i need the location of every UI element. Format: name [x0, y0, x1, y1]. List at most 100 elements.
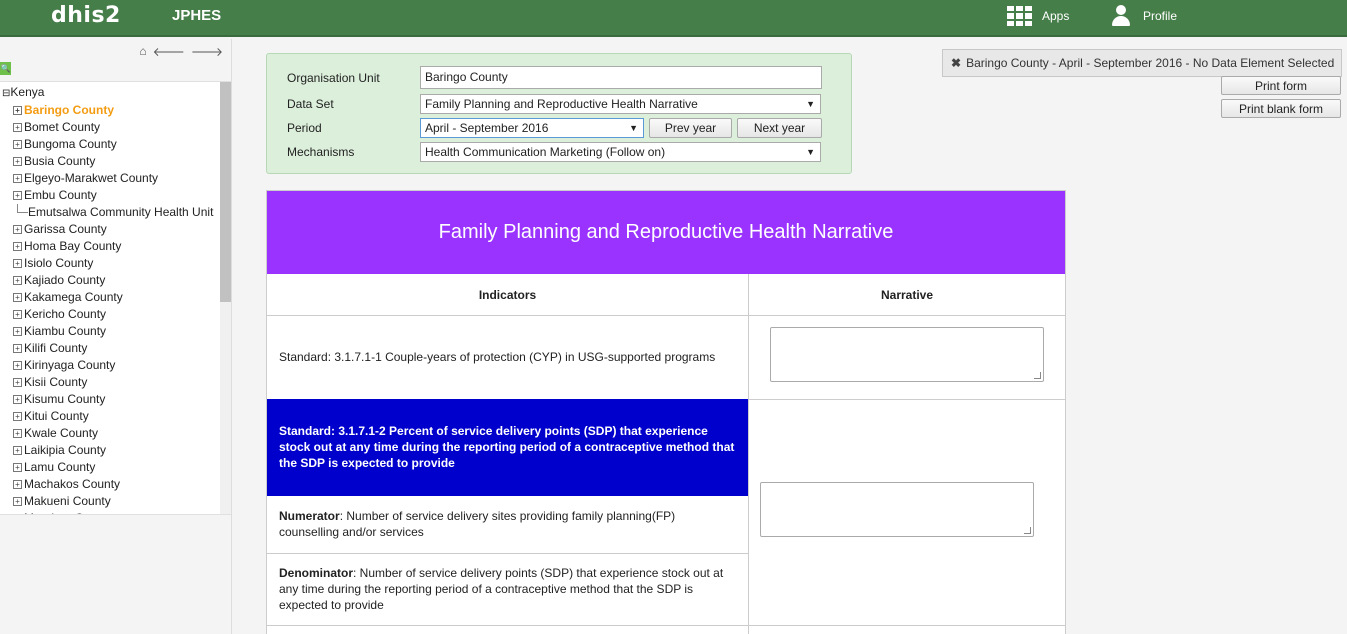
tree-item-label: Garissa County: [24, 222, 107, 236]
tree-scrollbar-thumb[interactable]: [220, 82, 231, 302]
expand-icon[interactable]: +: [13, 225, 22, 234]
tree-root[interactable]: ⊟Kenya: [2, 85, 44, 99]
tree-item[interactable]: + Kiambu County: [13, 323, 213, 340]
tree-item[interactable]: + Kilifi County: [13, 340, 213, 357]
tree-item[interactable]: + Machakos County: [13, 476, 213, 493]
tree-item-label: Mandera County: [24, 510, 113, 514]
tree-item[interactable]: + Kwale County: [13, 425, 213, 442]
tree-item[interactable]: + Baringo County: [13, 102, 213, 119]
tree-item-label: Bomet County: [24, 120, 101, 134]
expand-icon[interactable]: +: [13, 140, 22, 149]
expand-icon[interactable]: +: [13, 361, 22, 370]
user-icon: [1111, 5, 1131, 27]
denominator-label: Denominator: [279, 566, 354, 580]
tree-list: + Baringo County + Bomet County + Bungoma Cou…: [13, 102, 213, 515]
tree-item[interactable]: + Laikipia County: [13, 442, 213, 459]
narrative-input-cyp[interactable]: [770, 327, 1044, 382]
row-divider: [267, 553, 748, 554]
expand-icon[interactable]: +: [13, 497, 22, 506]
top-bar: dhis2 JPHES Apps Profile: [0, 0, 1347, 37]
expand-icon[interactable]: +: [13, 344, 22, 353]
expand-icon[interactable]: +: [13, 395, 22, 404]
expand-icon[interactable]: +: [13, 378, 22, 387]
expand-icon[interactable]: +: [13, 276, 22, 285]
expand-icon[interactable]: +: [13, 174, 22, 183]
row-divider: [267, 625, 1065, 626]
close-icon[interactable]: ✖: [951, 56, 961, 70]
tree-item-label: Kisii County: [24, 375, 88, 389]
tree-item-label: Isiolo County: [24, 256, 94, 270]
col-header-indicators: Indicators: [267, 274, 748, 316]
expand-icon[interactable]: +: [13, 429, 22, 438]
expand-icon[interactable]: +: [13, 106, 22, 115]
tree-item-label: Busia County: [24, 154, 96, 168]
profile-menu[interactable]: Profile: [1111, 4, 1177, 28]
back-arrow-icon[interactable]: 🡐: [153, 44, 185, 59]
tree-item-label: Kakamega County: [24, 290, 123, 304]
status-notification: ✖ Baringo County - April - September 2016…: [942, 49, 1342, 77]
tree-item-label: Machakos County: [24, 477, 121, 491]
period-label: Period: [287, 121, 322, 135]
tree-item-label: Kirinyaga County: [24, 358, 116, 372]
print-blank-form-button[interactable]: Print blank form: [1221, 99, 1341, 118]
tree-item[interactable]: + Isiolo County: [13, 255, 213, 272]
period-select[interactable]: April - September 2016: [420, 118, 644, 138]
numerator-cell: Numerator: Number of service delivery si…: [279, 508, 719, 540]
tree-item[interactable]: Emutsalwa Community Health Unit: [13, 204, 213, 221]
tree-item[interactable]: + Bomet County: [13, 119, 213, 136]
mechanisms-select[interactable]: Health Communication Marketing (Follow o…: [420, 142, 821, 162]
org-unit-tree[interactable]: ⊟Kenya + Baringo County + Bomet County + Bung…: [0, 81, 231, 515]
tree-item[interactable]: + Garissa County: [13, 221, 213, 238]
tree-item[interactable]: + Kisii County: [13, 374, 213, 391]
expand-icon[interactable]: +: [13, 327, 22, 336]
tree-item[interactable]: + Busia County: [13, 153, 213, 170]
expand-icon[interactable]: +: [13, 293, 22, 302]
tree-item-label: Kiambu County: [24, 324, 107, 338]
apps-menu[interactable]: Apps: [1007, 4, 1069, 28]
expand-icon[interactable]: +: [13, 242, 22, 251]
tree-item[interactable]: + Makueni County: [13, 493, 213, 510]
tree-item-label: Kitui County: [24, 409, 89, 423]
search-icon[interactable]: 🔍: [0, 62, 11, 75]
data-entry-form: Family Planning and Reproductive Health …: [266, 190, 1066, 634]
expand-icon[interactable]: +: [13, 123, 22, 132]
tree-item[interactable]: + Kirinyaga County: [13, 357, 213, 374]
tree-item[interactable]: + Kisumu County: [13, 391, 213, 408]
home-icon[interactable]: ⌂: [139, 44, 146, 59]
tree-scrollbar[interactable]: [220, 82, 231, 514]
expand-icon[interactable]: +: [13, 412, 22, 421]
expand-icon[interactable]: +: [13, 259, 22, 268]
print-form-button[interactable]: Print form: [1221, 76, 1341, 95]
expand-icon[interactable]: +: [13, 514, 22, 515]
next-year-button[interactable]: Next year: [737, 118, 822, 138]
dataset-label: Data Set: [287, 97, 334, 111]
org-unit-field[interactable]: Baringo County: [420, 66, 822, 89]
tree-item[interactable]: + Embu County: [13, 187, 213, 204]
narrative-input-stockout[interactable]: [760, 482, 1034, 537]
col-header-narrative: Narrative: [748, 274, 1065, 316]
expand-icon[interactable]: +: [13, 310, 22, 319]
tree-item[interactable]: + Kitui County: [13, 408, 213, 425]
expand-icon[interactable]: +: [13, 191, 22, 200]
denominator-cell: Denominator: Number of service delivery …: [279, 565, 734, 613]
tree-item[interactable]: + Kakamega County: [13, 289, 213, 306]
tree-item[interactable]: + Kericho County: [13, 306, 213, 323]
tree-item[interactable]: + Bungoma County: [13, 136, 213, 153]
expand-icon[interactable]: +: [13, 446, 22, 455]
tree-leaf-connector: [17, 204, 28, 213]
prev-year-button[interactable]: Prev year: [649, 118, 732, 138]
expand-icon[interactable]: +: [13, 463, 22, 472]
mechanisms-label: Mechanisms: [287, 145, 355, 159]
tree-item[interactable]: + Homa Bay County: [13, 238, 213, 255]
tree-item-label: Emutsalwa Community Health Unit: [28, 205, 214, 219]
dataset-select[interactable]: Family Planning and Reproductive Health …: [420, 94, 821, 114]
dhis2-logo[interactable]: dhis2: [51, 3, 121, 28]
tree-item[interactable]: + Lamu County: [13, 459, 213, 476]
expand-icon[interactable]: +: [13, 157, 22, 166]
tree-item[interactable]: +Mandera County: [13, 510, 213, 515]
forward-arrow-icon[interactable]: 🡒: [191, 44, 223, 59]
tree-item-label: Embu County: [24, 188, 97, 202]
expand-icon[interactable]: +: [13, 480, 22, 489]
tree-item[interactable]: + Kajiado County: [13, 272, 213, 289]
tree-item[interactable]: + Elgeyo-Marakwet County: [13, 170, 213, 187]
